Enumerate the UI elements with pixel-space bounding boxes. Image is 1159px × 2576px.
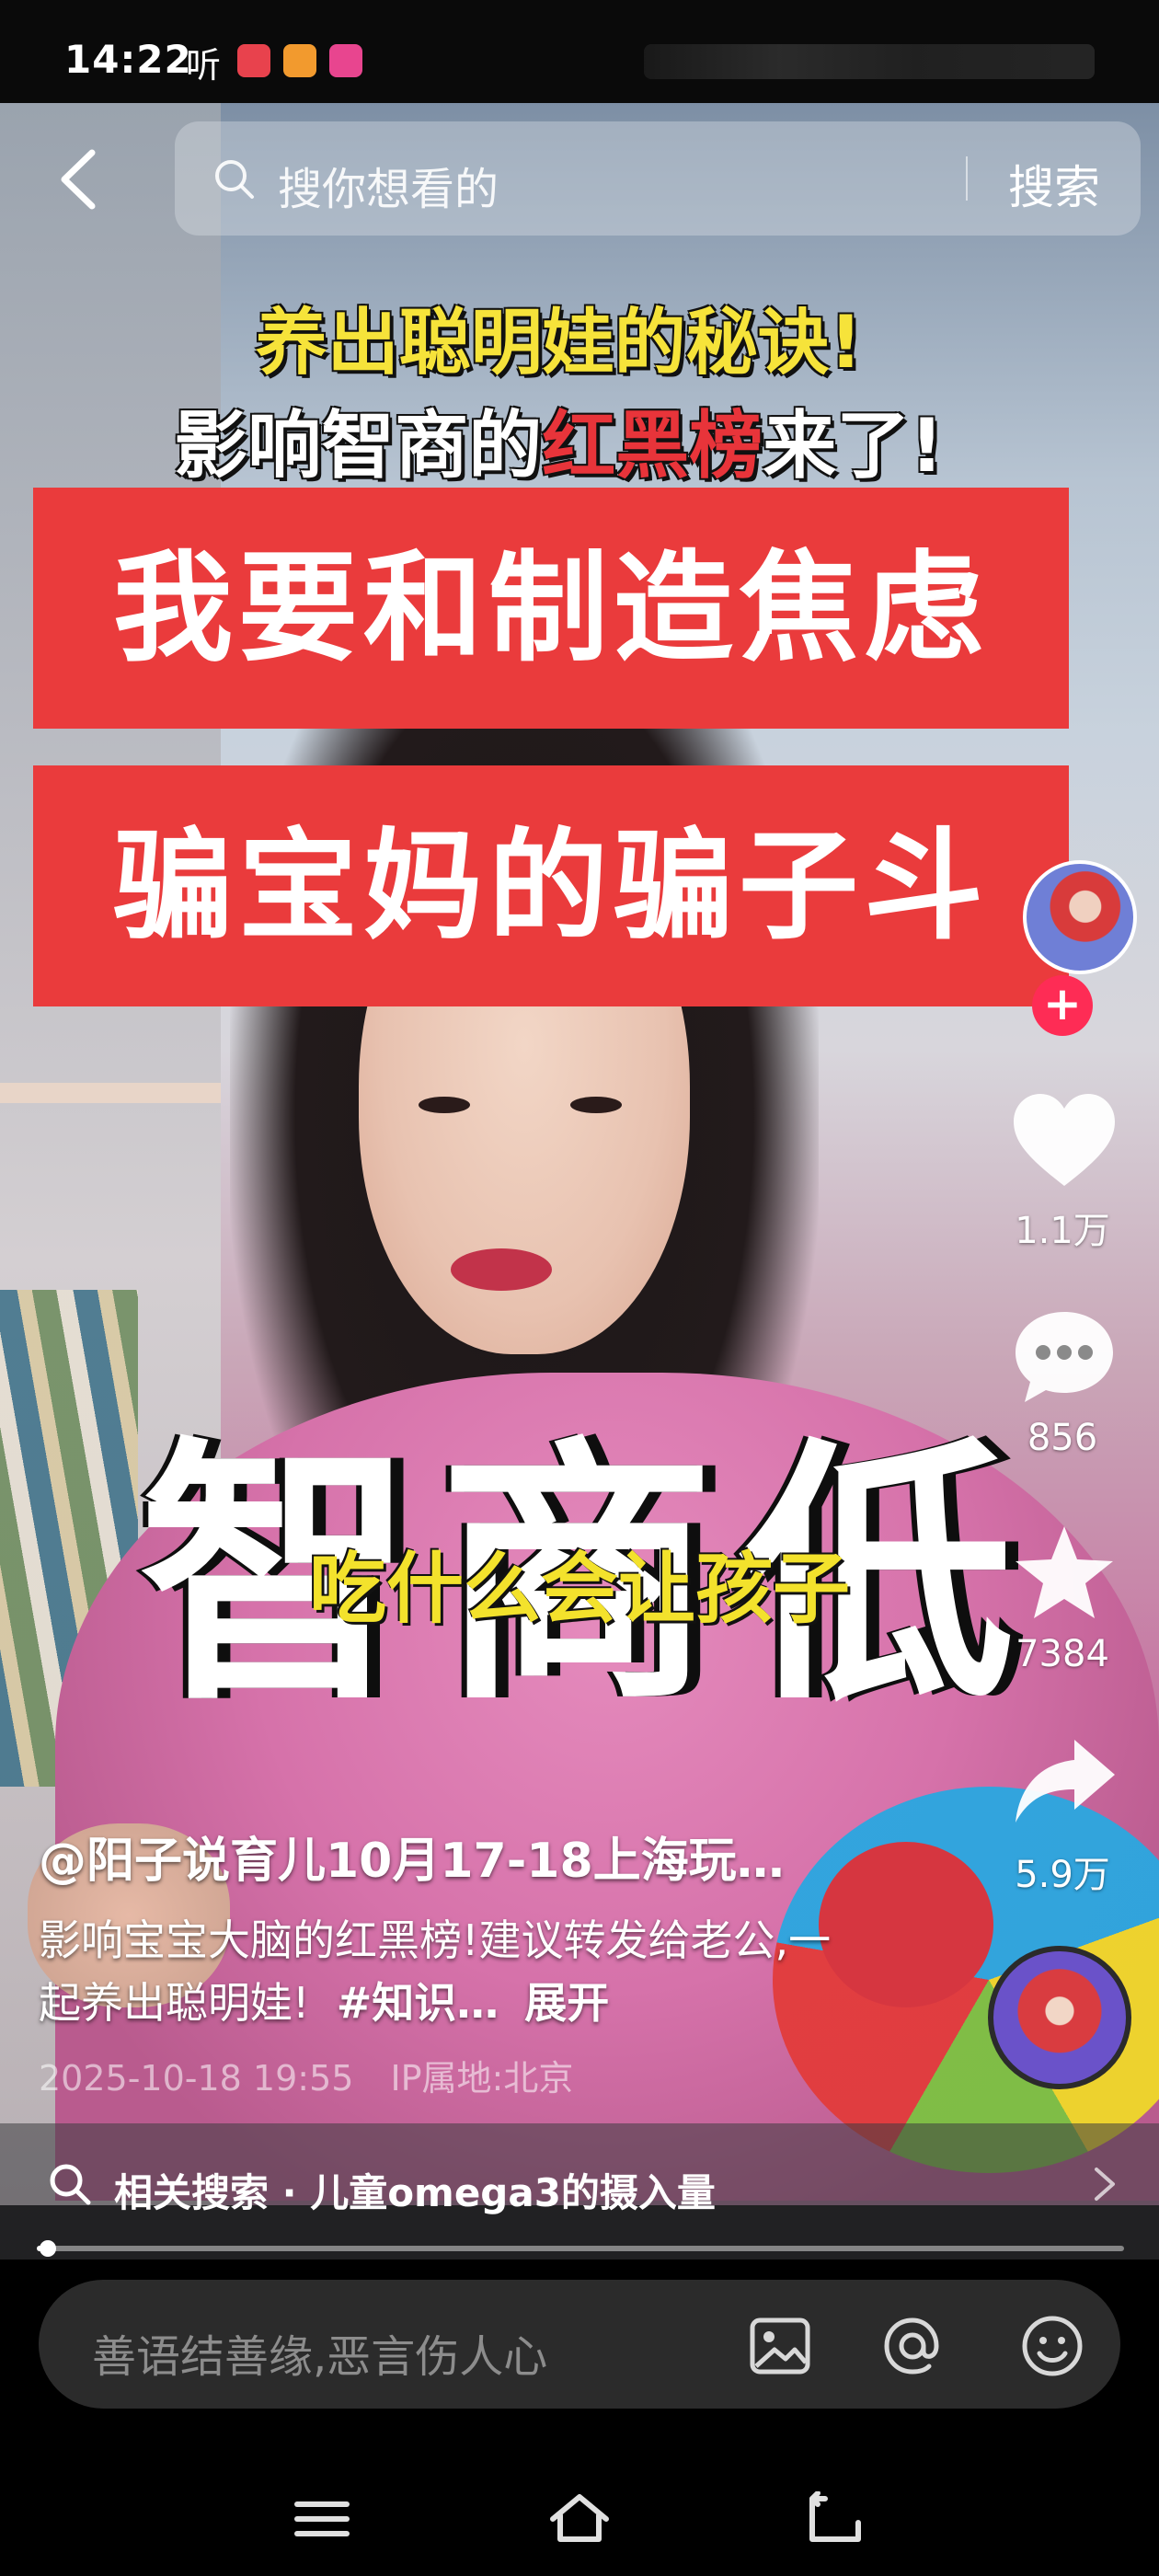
headline-highlight: 红黑榜 (542, 403, 763, 489)
presenter-eye (419, 1097, 470, 1113)
chevron-right-icon (1095, 2168, 1115, 2201)
expand-button[interactable]: 展开 (524, 1978, 609, 2028)
notification-app-icon (329, 44, 362, 77)
related-search-bar[interactable]: 相关搜索 · 儿童omega3的摄入量 (0, 2123, 1159, 2260)
heart-icon[interactable] (1010, 1090, 1119, 1191)
video-shelf (0, 1083, 221, 1103)
image-icon[interactable] (747, 2313, 813, 2379)
search-icon (50, 2164, 91, 2205)
status-time: 14:22 (64, 37, 192, 82)
notification-app-icon (237, 44, 270, 77)
progress-handle[interactable] (39, 2240, 56, 2257)
at-mention-icon[interactable] (879, 2313, 946, 2379)
red-banner-2-text: 骗宝妈的骗子斗 (112, 816, 989, 956)
system-nav-bar (0, 2409, 1159, 2576)
comment-count: 856 (1027, 1417, 1098, 1459)
red-banner-2: 骗宝妈的骗子斗 (33, 765, 1069, 1006)
creator-avatar[interactable] (1023, 860, 1137, 974)
red-banner-1-text: 我要和制造焦虑 (112, 538, 989, 678)
comment-icon[interactable] (1010, 1306, 1119, 1408)
author-name[interactable]: @阳子说育儿10月17-18上海玩… (39, 1822, 785, 1891)
ip-location: IP属地:北京 (390, 2058, 574, 2099)
comment-input[interactable]: 善语结善缘,恶言伤人心 (92, 2320, 547, 2385)
search-input[interactable]: 搜你想看的 (278, 153, 499, 217)
search-icon (215, 160, 254, 199)
presenter-eye (570, 1097, 622, 1113)
home-icon[interactable] (547, 2491, 612, 2547)
emoji-icon[interactable] (1019, 2313, 1085, 2379)
post-meta: 2025-10-18 19:55 IP属地:北京 (39, 2050, 573, 2100)
headline-white: 影响智商的红黑榜来了! (0, 386, 1118, 493)
chevron-left-icon (61, 149, 96, 210)
hashtag-link[interactable]: #知识… (337, 1978, 499, 2028)
notification-app-icon (283, 44, 316, 77)
presenter-lips (451, 1248, 552, 1291)
overlay-yellow-subtext: 吃什么会让孩子 (308, 1544, 850, 1634)
red-banner-1: 我要和制造焦虑 (33, 488, 1069, 729)
related-search-text: 相关搜索 · 儿童omega3的摄入量 (114, 2170, 716, 2215)
video-progress-bar[interactable] (37, 2240, 1124, 2257)
headline-white-start: 影响智商的 (174, 403, 543, 489)
status-icons-blurred (644, 44, 1095, 79)
search-bar[interactable]: 搜你想看的 搜索 (175, 121, 1141, 236)
headline-yellow: 养出聪明娃的秘诀! (255, 302, 863, 385)
status-bar: 14:22 听 (0, 0, 1159, 103)
music-disc[interactable] (988, 1946, 1131, 2089)
share-count: 5.9万 (1015, 1854, 1110, 1896)
back-nav-icon[interactable] (805, 2491, 869, 2547)
follow-button[interactable]: + (1032, 975, 1093, 1036)
like-count: 1.1万 (1015, 1210, 1110, 1252)
headline-white-end: 来了! (763, 403, 944, 489)
comment-input-bar[interactable]: 善语结善缘,恶言伤人心 (39, 2280, 1120, 2409)
status-listen-label: 听 (186, 45, 222, 86)
post-description: 影响宝宝大脑的红黑榜!建议转发给老公,一起养出聪明娃! #知识… 展开 (39, 1909, 866, 2034)
star-icon[interactable] (1010, 1523, 1119, 1624)
search-button[interactable]: 搜索 (1008, 151, 1100, 217)
menu-icon[interactable] (290, 2491, 354, 2547)
search-divider (966, 156, 968, 201)
post-date: 2025-10-18 19:55 (39, 2058, 354, 2099)
favorite-count: 7384 (1016, 1633, 1109, 1675)
share-icon[interactable] (1010, 1734, 1119, 1835)
back-button[interactable] (53, 147, 109, 212)
